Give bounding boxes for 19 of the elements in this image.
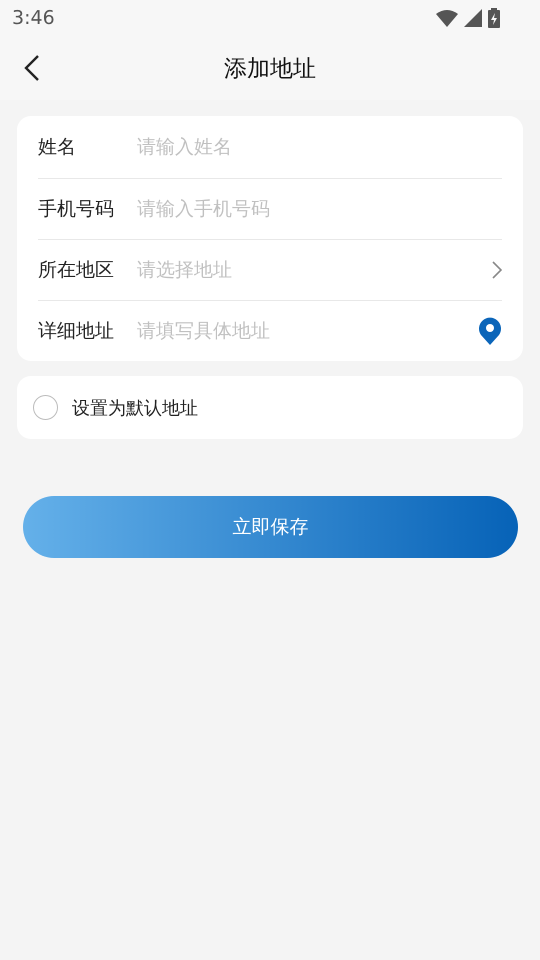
save-button[interactable]: 立即保存 [23, 496, 518, 558]
battery-icon [488, 8, 500, 28]
field-label: 手机号码 [38, 197, 115, 222]
back-icon[interactable] [24, 54, 40, 82]
wifi-icon [436, 9, 458, 27]
input-field[interactable]: 请填写具体地址 [137, 320, 478, 342]
input-field[interactable]: 请输入姓名 [137, 136, 502, 158]
default-checkbox[interactable] [33, 395, 58, 420]
location-pin-icon[interactable] [478, 317, 502, 345]
page-title: 添加地址 [224, 54, 316, 84]
field-label: 详细地址 [38, 319, 115, 344]
input-field[interactable]: 请输入手机号码 [137, 198, 502, 220]
default-option-label: 设置为默认地址 [72, 396, 198, 420]
chevron-right-icon[interactable] [492, 261, 502, 279]
signal-icon [464, 9, 482, 27]
status-time: 3:46 [12, 7, 55, 29]
input-field[interactable]: 请选择地址 [137, 259, 492, 281]
field-label: 所在地区 [38, 258, 115, 283]
field-label: 姓名 [38, 135, 77, 160]
